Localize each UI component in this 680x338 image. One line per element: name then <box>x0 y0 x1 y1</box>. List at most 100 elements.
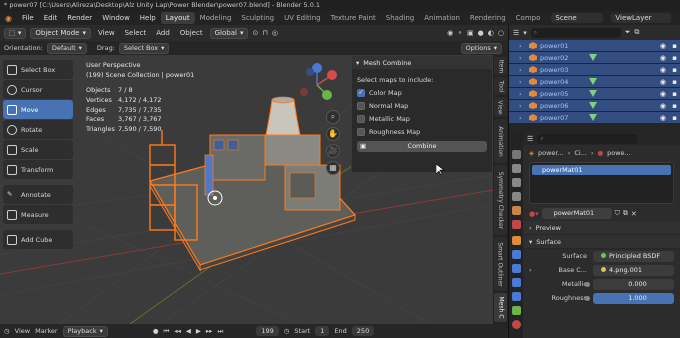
material-name-field[interactable]: powerMat01 <box>541 208 612 219</box>
playback-dropdown[interactable]: Playback ▾ <box>62 325 108 337</box>
tab-symmetry-checker[interactable]: Symmetry Checker <box>494 165 507 235</box>
tool-measure[interactable]: Measure <box>3 205 73 224</box>
outliner-item-power05[interactable]: › power05 ◉ ▪ <box>509 88 680 99</box>
overlays-icon[interactable]: ⚬ <box>457 29 463 37</box>
xray-icon[interactable]: ▣ <box>467 29 474 37</box>
checkbox-icon[interactable] <box>357 114 365 123</box>
filter-icon[interactable]: ⏷ <box>625 28 631 37</box>
particles-tab-icon[interactable] <box>512 264 521 273</box>
end-frame-field[interactable]: 250 <box>351 326 375 336</box>
camera-icon[interactable]: ▪ <box>672 54 677 62</box>
camera-icon[interactable]: ▪ <box>672 114 677 122</box>
material-tab-icon[interactable] <box>512 320 521 329</box>
start-frame-field[interactable]: 1 <box>315 326 330 336</box>
jump-end-icon[interactable]: ⏭ <box>217 327 223 336</box>
properties-editor-icon[interactable]: ☰ <box>527 135 533 143</box>
tool-tab-icon[interactable] <box>512 150 521 159</box>
outliner-item-power01[interactable]: › power01 ◉ ▪ <box>509 40 680 51</box>
fake-user-shield-icon[interactable]: ⛉ <box>615 209 620 218</box>
tool-annotate[interactable]: ✎ Annotate <box>3 185 73 204</box>
metallic-field[interactable]: 0.000 <box>585 278 674 290</box>
workspace-tab-rendering[interactable]: Rendering <box>465 12 511 24</box>
outliner-item-power06[interactable]: › power06 ◉ ▪ <box>509 100 680 111</box>
outliner-search-input[interactable]: ⌕ <box>530 27 621 38</box>
select-menu[interactable]: Select <box>122 29 150 37</box>
eye-icon[interactable]: ◉ <box>660 66 666 74</box>
menu-window[interactable]: Window <box>97 14 135 22</box>
tab-animation[interactable]: Animation <box>494 119 507 163</box>
render-tab-icon[interactable] <box>512 164 521 173</box>
preview-section-header[interactable]: › Preview <box>523 221 680 235</box>
camera-icon[interactable]: ▪ <box>672 66 677 74</box>
material-slots-list[interactable]: powerMat01 <box>529 162 674 204</box>
blender-logo-icon[interactable]: ◉ <box>0 14 17 23</box>
roughness-field[interactable]: 1.000 <box>585 292 674 304</box>
timeline-editor-icon[interactable]: ◷ <box>4 327 10 335</box>
checkbox-icon[interactable] <box>357 101 365 110</box>
timeline-marker-menu[interactable]: Marker <box>35 327 57 335</box>
view-menu[interactable]: View <box>95 29 118 37</box>
world-tab-icon[interactable] <box>512 220 521 229</box>
view-layer-selector[interactable]: ViewLayer <box>611 13 672 23</box>
view-layer-tab-icon[interactable] <box>512 192 521 201</box>
unlink-material-icon[interactable]: ✕ <box>631 210 637 218</box>
timeline-view-menu[interactable]: View <box>15 327 30 335</box>
camera-icon[interactable]: ▪ <box>672 90 677 98</box>
next-keyframe-icon[interactable]: ▸▸ <box>206 327 213 335</box>
workspace-tab-layout[interactable]: Layout <box>160 12 195 24</box>
camera-icon[interactable]: ▪ <box>672 42 677 50</box>
checkbox-icon[interactable] <box>357 127 365 136</box>
menu-help[interactable]: Help <box>135 14 161 22</box>
properties-search-input[interactable]: ⌕ <box>537 133 638 144</box>
constraints-tab-icon[interactable] <box>512 292 521 301</box>
outliner-item-power02[interactable]: › power02 ◉ ▪ <box>509 52 680 63</box>
checkbox-checked-icon[interactable]: ✓ <box>357 88 365 97</box>
object-menu[interactable]: Object <box>177 29 206 37</box>
tool-rotate[interactable]: Rotate <box>3 120 73 139</box>
prev-keyframe-icon[interactable]: ◂◂ <box>174 327 181 335</box>
editor-type-dropdown[interactable]: ⬚ ▾ <box>4 27 27 39</box>
clock-icon[interactable]: ◷ <box>284 327 290 335</box>
play-reverse-icon[interactable]: ◀ <box>186 327 191 335</box>
tool-scale[interactable]: Scale <box>3 140 73 159</box>
camera-view-icon[interactable]: 🎥 <box>326 144 340 158</box>
shading-solid-icon[interactable]: ● <box>478 29 484 37</box>
shading-rendered-icon[interactable]: ○ <box>498 29 508 37</box>
tab-mesh-combine[interactable]: Mesh C <box>494 293 507 322</box>
data-tab-icon[interactable] <box>512 306 521 315</box>
workspace-tab-shading[interactable]: Shading <box>381 12 419 24</box>
tab-item[interactable]: Item <box>494 57 507 75</box>
material-slot[interactable]: powerMat01 <box>532 165 671 175</box>
play-icon[interactable]: ▶ <box>196 327 201 335</box>
duplicate-material-icon[interactable]: ⧉ <box>623 209 628 218</box>
workspace-tab-sculpting[interactable]: Sculpting <box>236 12 279 24</box>
pivot-icon[interactable]: ⊙ <box>252 29 258 37</box>
tool-cursor[interactable]: Cursor <box>3 80 73 99</box>
tool-add-cube[interactable]: Add Cube <box>3 230 73 249</box>
eye-icon[interactable]: ◉ <box>660 78 666 86</box>
menu-render[interactable]: Render <box>62 14 97 22</box>
navigation-gizmo[interactable] <box>292 60 342 110</box>
tab-smart-outliner[interactable]: Smart Outliner <box>494 237 507 291</box>
eye-icon[interactable]: ◉ <box>660 90 666 98</box>
menu-file[interactable]: File <box>17 14 39 22</box>
workspace-tab-modeling[interactable]: Modeling <box>195 12 237 24</box>
material-browse-icon[interactable]: ●▾ <box>529 210 539 218</box>
new-collection-icon[interactable]: ⧉ <box>634 28 639 37</box>
tool-select-box[interactable]: Select Box <box>3 60 73 79</box>
options-dropdown[interactable]: Options ▾ <box>460 42 502 54</box>
tab-tool[interactable]: Tool <box>494 77 507 95</box>
eye-icon[interactable]: ◉ <box>660 114 666 122</box>
tab-view[interactable]: View <box>494 97 507 117</box>
object-mode-dropdown[interactable]: Object Mode ▾ <box>30 27 91 39</box>
outliner-editor-icon[interactable]: ☰ <box>513 29 519 37</box>
add-menu[interactable]: Add <box>153 29 173 37</box>
pan-hand-icon[interactable]: ✋ <box>326 127 340 141</box>
outliner-item-power03[interactable]: › power03 ◉ ▪ <box>509 64 680 75</box>
proportional-edit-icon[interactable]: ◎ <box>272 29 278 37</box>
camera-icon[interactable]: ▪ <box>672 78 677 86</box>
eye-icon[interactable]: ◉ <box>660 42 666 50</box>
mesh-combine-header[interactable]: ▾ Mesh Combine <box>352 56 492 69</box>
workspace-tab-animation[interactable]: Animation <box>419 12 465 24</box>
surface-shader-field[interactable]: Principled BSDF <box>593 250 674 262</box>
